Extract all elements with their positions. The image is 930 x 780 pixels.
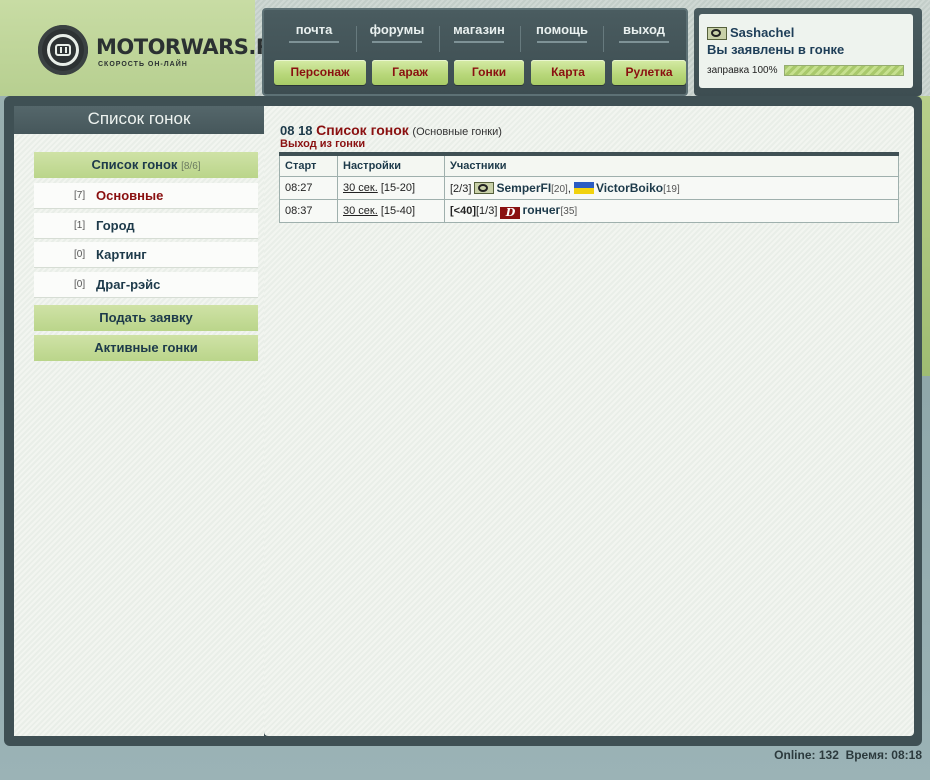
separator: ,: [567, 183, 571, 195]
logo[interactable]: MOTORWARS.RU СКОРОСТЬ ОН-ЛАЙН: [38, 25, 289, 77]
sidebar-item-karting[interactable]: [0] Картинг: [34, 242, 258, 268]
page-subtitle: (Основные гонки): [412, 126, 502, 138]
exit-race-link[interactable]: Выход из гонки: [280, 138, 365, 150]
level-limit: [<40]: [450, 205, 476, 217]
start-time: 08:27: [279, 176, 338, 200]
logo-mark-icon: [55, 44, 71, 56]
slots-count: [2/3]: [450, 183, 472, 195]
start-time: 08:37: [279, 199, 338, 223]
level-range: [15-20]: [380, 182, 416, 194]
fuel-bar-fill: [785, 66, 903, 75]
page-title-text: Список гонок: [316, 122, 409, 138]
fuel-label: заправка 100%: [707, 65, 778, 76]
table-row: 08:37 30 сек. [15-40] [<40][1/3] Dгончег…: [279, 199, 899, 223]
nav-link-forums[interactable]: форумы: [357, 22, 437, 43]
page-title: 08 18 Список гонок (Основные гонки): [280, 122, 502, 138]
race-list-header-count: [8/6]: [181, 161, 201, 172]
submit-application-button[interactable]: Подать заявку: [34, 305, 258, 331]
race-settings: 30 сек. [15-20]: [337, 176, 445, 200]
nav-link-logout[interactable]: выход: [604, 22, 684, 43]
logo-subtitle: СКОРОСТЬ ОН-ЛАЙН: [98, 61, 188, 68]
sidebar-item-city[interactable]: [1] Город: [34, 213, 258, 239]
sidebar-header: Список гонок: [14, 106, 264, 134]
participants: [<40][1/3] Dгончег[35]: [444, 199, 899, 223]
sidebar-item-count: [0]: [74, 249, 86, 260]
user-panel: Sashachel Вы заявлены в гонке заправка 1…: [694, 8, 922, 96]
race-settings: 30 сек. [15-40]: [337, 199, 445, 223]
table-header-row: Старт Настройки Участники: [279, 152, 899, 177]
sidebar-item-drag-race[interactable]: [0] Драг-рэйс: [34, 272, 258, 298]
nav-link-mail[interactable]: почта: [274, 22, 354, 43]
slots-count: [1/3]: [476, 205, 498, 217]
column-header-settings: Настройки: [337, 152, 445, 177]
race-table: Старт Настройки Участники 08:27 30 сек. …: [279, 152, 899, 223]
participant-name[interactable]: SemperFI: [496, 181, 551, 195]
fuel-bar: [784, 65, 904, 76]
timeout-link[interactable]: 30 сек.: [343, 205, 378, 217]
online-count: 132: [818, 748, 839, 762]
timeout-link[interactable]: 30 сек.: [343, 182, 378, 194]
username[interactable]: Sashachel: [730, 25, 794, 40]
sidebar-item-count: [1]: [74, 220, 86, 231]
club-flag-icon: [474, 182, 495, 194]
server-time: 08:18: [891, 748, 922, 762]
sidebar-item-count: [7]: [74, 190, 86, 201]
level-range: [15-40]: [380, 205, 416, 217]
table-row: 08:27 30 сек. [15-20] [2/3] SemperFI[20]…: [279, 176, 899, 200]
page-time: 08 18: [280, 123, 313, 138]
participant-level: [20]: [551, 184, 568, 195]
status-footer: Online: 132 Время: 08:18: [774, 748, 922, 762]
d-badge-icon: D: [500, 207, 521, 219]
participant-level: [19]: [663, 184, 680, 195]
sidebar-item-label: Город: [96, 218, 135, 233]
sidebar-title: Список гонок: [87, 109, 191, 128]
nav-separator: [520, 26, 521, 52]
participant-name[interactable]: VictorBoiko: [596, 181, 663, 195]
participants: [2/3] SemperFI[20], VictorBoiko[19]: [444, 176, 899, 200]
column-header-participants: Участники: [444, 152, 899, 177]
sidebar-item-label: Драг-рэйс: [96, 277, 161, 292]
race-list-header-label: Список гонок: [91, 157, 178, 172]
garage-button[interactable]: Гараж: [372, 60, 448, 85]
character-button[interactable]: Персонаж: [274, 60, 366, 85]
ukraine-flag-icon: [573, 182, 594, 194]
sidebar-item-count: [0]: [74, 279, 86, 290]
race-list-header[interactable]: Список гонок [8/6]: [34, 152, 258, 178]
logo-title: MOTORWARS.RU: [96, 35, 289, 59]
online-label: Online:: [774, 748, 816, 762]
sidebar-item-label: Основные: [96, 188, 164, 203]
column-header-start: Старт: [279, 152, 338, 177]
race-status: Вы заявлены в гонке: [707, 42, 845, 57]
user-info: Sashachel Вы заявлены в гонке заправка 1…: [699, 14, 913, 88]
club-flag-icon: [707, 27, 727, 40]
roulette-button[interactable]: Рулетка: [612, 60, 686, 85]
map-button[interactable]: Карта: [531, 60, 605, 85]
nav-link-shop[interactable]: магазин: [439, 22, 519, 43]
time-label: Время:: [845, 748, 888, 762]
sidebar-item-main[interactable]: [7] Основные: [34, 183, 258, 209]
participant-level: [35]: [560, 206, 578, 217]
sidebar-item-label: Картинг: [96, 247, 147, 262]
races-button[interactable]: Гонки: [454, 60, 524, 85]
participant-name[interactable]: гончег: [522, 203, 560, 217]
active-races-button[interactable]: Активные гонки: [34, 335, 258, 361]
main-navigation: почта форумы магазин помощь выход Персон…: [262, 8, 688, 96]
nav-link-help[interactable]: помощь: [522, 22, 602, 43]
